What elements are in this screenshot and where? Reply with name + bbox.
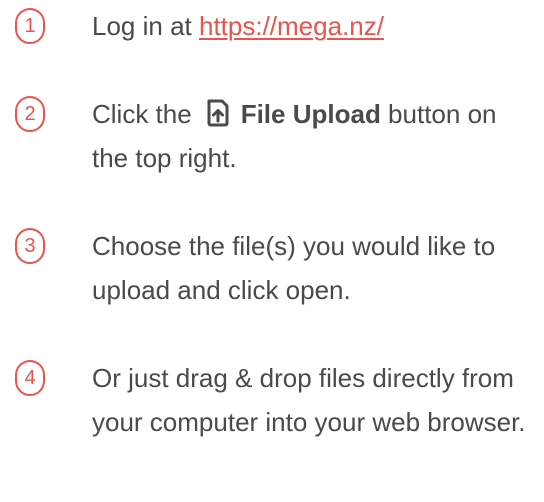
step-2-text: Click the File Upload button on the top r… xyxy=(92,92,537,180)
step-number-badge: 2 xyxy=(15,96,45,132)
step-number-badge: 1 xyxy=(15,8,45,44)
file-upload-label: File Upload xyxy=(240,99,381,129)
step-number-badge: 4 xyxy=(15,360,45,396)
upload-instructions-list: 1 Log in at https://mega.nz/ 2 Click the… xyxy=(0,0,544,502)
step-4-text: Or just drag & drop files directly from … xyxy=(92,363,526,437)
mega-login-link[interactable]: https://mega.nz/ xyxy=(199,11,384,41)
step-1-text: Log in at https://mega.nz/ xyxy=(92,4,537,48)
step-2-prefix: Click the xyxy=(92,99,192,129)
step-number-badge: 3 xyxy=(15,228,45,264)
file-upload-icon xyxy=(206,96,230,127)
step-3-text: Choose the file(s) you would like to upl… xyxy=(92,231,496,305)
step-1-prefix: Log in at xyxy=(92,11,199,41)
